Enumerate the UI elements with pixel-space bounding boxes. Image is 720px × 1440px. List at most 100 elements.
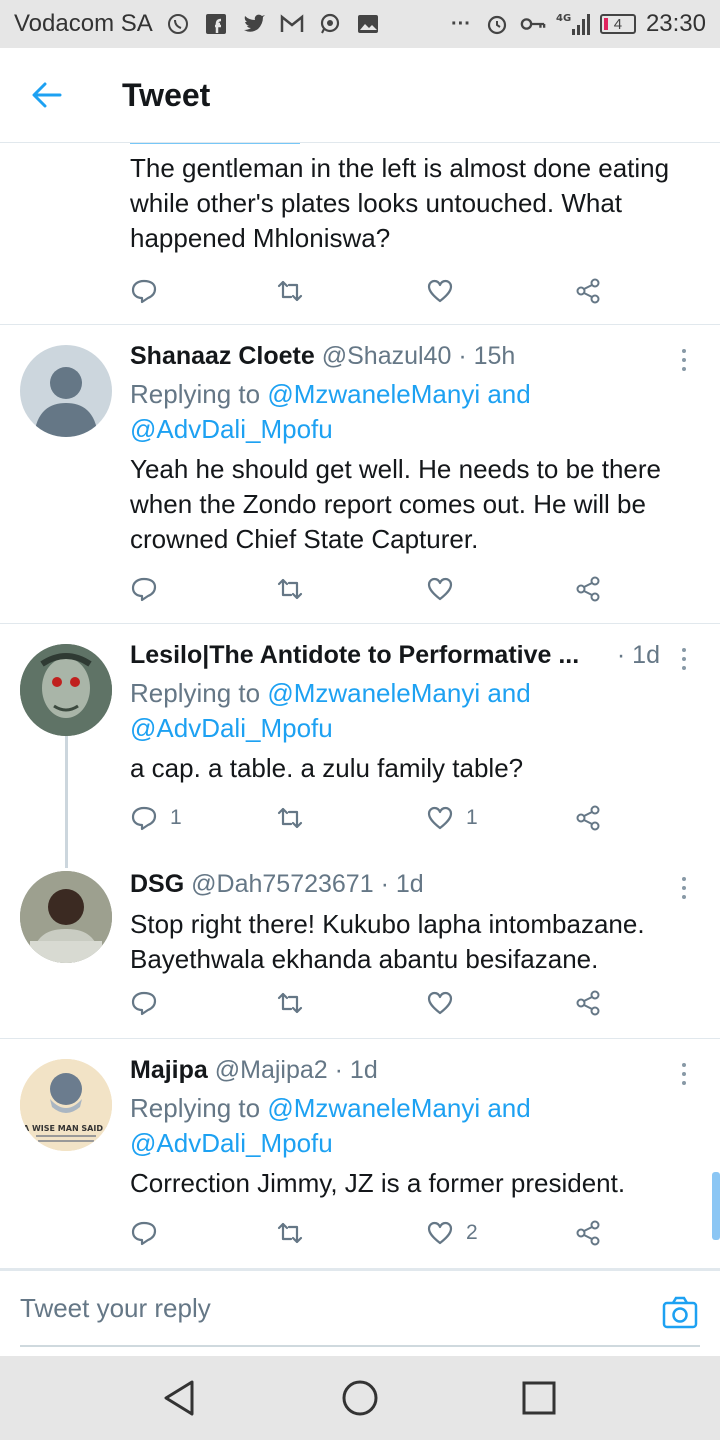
- like-count: 1: [466, 806, 478, 829]
- retweet-icon[interactable]: [276, 569, 304, 609]
- tweet-actions: [130, 983, 610, 1023]
- reply-count: 1: [170, 806, 182, 829]
- tweet-time: · 1d: [616, 641, 660, 669]
- reply-icon[interactable]: [130, 271, 158, 311]
- back-triangle-icon[interactable]: [160, 1378, 200, 1423]
- tweet-feed[interactable]: The gentleman in the left is almost done…: [0, 143, 720, 1268]
- like-count: 2: [466, 1221, 478, 1244]
- arrow-left-icon[interactable]: [28, 76, 66, 114]
- tweet-time: · 15h: [458, 342, 516, 370]
- more-options-icon[interactable]: [674, 644, 694, 674]
- tweet-text: a cap. a table. a zulu family table?: [130, 753, 524, 783]
- retweet-icon[interactable]: [276, 1213, 304, 1253]
- tweet-meta: DSG @Dah75723671 · 1d: [130, 870, 660, 899]
- mention-link[interactable]: @AdvDali_Mpofu: [130, 1128, 333, 1158]
- tweet-text: Correction Jimmy, JZ is a former preside…: [130, 1168, 626, 1198]
- tweet-meta: Lesilo|The Antidote to Performative ...: [130, 641, 640, 670]
- reply-composer: Tweet your reply: [0, 1268, 720, 1359]
- replying-to: Replying to @MzwaneleManyi and @AdvDali_…: [130, 678, 531, 743]
- tweet-meta: Shanaaz Cloete @Shazul40 · 15h: [130, 342, 660, 371]
- author-name[interactable]: Lesilo|The Antidote to Performative ...: [130, 641, 579, 669]
- like-icon[interactable]: [426, 271, 454, 311]
- home-circle-icon[interactable]: [340, 1378, 380, 1423]
- tweet-item[interactable]: DSG @Dah75723671 · 1d Stop right there! …: [0, 853, 720, 1039]
- tweet-text: The gentleman in the left is almost done…: [130, 153, 670, 253]
- tweet-text: Stop right there! Kukubo lapha intombaza…: [130, 909, 645, 974]
- tweet-item[interactable]: A WISE MAN SAID : Majipa @Majipa2 · 1d R…: [0, 1039, 720, 1268]
- twitter-icon: [241, 11, 267, 37]
- whatsapp-icon: [165, 11, 191, 37]
- replying-to: Replying to @MzwaneleManyi and @AdvDali_…: [130, 1093, 531, 1158]
- reply-icon[interactable]: [130, 983, 170, 1023]
- cut-off-reply-line: [130, 143, 330, 145]
- gmail-icon: [279, 11, 305, 37]
- tweet-meta: Majipa @Majipa2 · 1d: [130, 1056, 660, 1085]
- more-options-icon[interactable]: [674, 873, 694, 903]
- tweet-item[interactable]: Shanaaz Cloete @Shazul40 · 15h Replying …: [0, 325, 720, 623]
- author-handle[interactable]: @Dah75723671: [191, 870, 373, 898]
- recents-square-icon[interactable]: [521, 1380, 557, 1421]
- like-icon[interactable]: 1: [426, 798, 478, 838]
- tweet-time: · 1d: [334, 1056, 378, 1084]
- author-name[interactable]: Shanaaz Cloete: [130, 342, 315, 370]
- mention-link[interactable]: @MzwaneleManyi: [267, 1093, 480, 1123]
- gallery-icon: [355, 11, 381, 37]
- mention-link[interactable]: @MzwaneleManyi: [267, 678, 480, 708]
- avatar[interactable]: [20, 345, 112, 437]
- retweet-icon[interactable]: [276, 271, 304, 311]
- tweet-time: · 1d: [380, 870, 424, 898]
- replying-to: Replying to @MzwaneleManyi and @AdvDali_…: [130, 379, 531, 444]
- signal-icon: 4G: [556, 11, 590, 37]
- avatar-caption: A WISE MAN SAID :: [23, 1124, 109, 1133]
- battery-indicator: 4: [599, 14, 636, 34]
- tweet-actions: 1 1: [130, 798, 610, 838]
- svg-text:4G: 4G: [556, 13, 571, 24]
- more-options-icon[interactable]: [674, 1059, 694, 1089]
- top-app-bar: Tweet: [0, 48, 720, 143]
- reply-icon[interactable]: 1: [130, 798, 182, 838]
- tweet-partial[interactable]: The gentleman in the left is almost done…: [0, 143, 720, 325]
- author-name[interactable]: Majipa: [130, 1056, 208, 1084]
- mention-link[interactable]: @MzwaneleManyi: [267, 379, 480, 409]
- chat-icon: [317, 11, 343, 37]
- like-icon[interactable]: 2: [426, 1213, 478, 1253]
- tweet-actions: [130, 569, 610, 609]
- share-icon[interactable]: [574, 271, 602, 311]
- scrollbar-thumb[interactable]: [712, 1172, 720, 1240]
- tweet-actions: [130, 271, 610, 311]
- share-icon[interactable]: [574, 1213, 602, 1253]
- facebook-icon: [203, 11, 229, 37]
- status-bar: Vodacom SA ··· 4G 4 23:30: [0, 0, 720, 48]
- avatar[interactable]: A WISE MAN SAID :: [20, 1059, 112, 1151]
- retweet-icon[interactable]: [276, 798, 304, 838]
- tweet-item[interactable]: Lesilo|The Antidote to Performative ... …: [0, 624, 720, 852]
- system-nav-bar: [0, 1356, 720, 1440]
- camera-icon[interactable]: [662, 1295, 698, 1331]
- share-icon[interactable]: [574, 798, 602, 838]
- author-name[interactable]: DSG: [130, 870, 184, 898]
- share-icon[interactable]: [574, 983, 602, 1023]
- reply-icon[interactable]: [130, 1213, 170, 1253]
- like-icon[interactable]: [426, 569, 466, 609]
- more-options-icon[interactable]: [674, 345, 694, 375]
- key-icon: [520, 11, 546, 37]
- like-icon[interactable]: [426, 983, 466, 1023]
- reply-icon[interactable]: [130, 569, 170, 609]
- reply-input[interactable]: Tweet your reply: [20, 1293, 211, 1324]
- share-icon[interactable]: [574, 569, 602, 609]
- mention-link[interactable]: @AdvDali_Mpofu: [130, 414, 333, 444]
- carrier-label: Vodacom SA: [14, 10, 153, 37]
- alarm-icon: [484, 11, 510, 37]
- author-handle[interactable]: @Majipa2: [215, 1056, 328, 1084]
- avatar[interactable]: [20, 871, 112, 963]
- author-handle[interactable]: @Shazul40: [322, 342, 452, 370]
- input-underline: [20, 1345, 700, 1347]
- mention-link[interactable]: @AdvDali_Mpofu: [130, 713, 333, 743]
- clock: 23:30: [645, 10, 706, 37]
- more-dots-icon: ···: [450, 12, 471, 35]
- avatar[interactable]: [20, 644, 112, 736]
- thread-line: [65, 736, 68, 868]
- tweet-text: Yeah he should get well. He needs to be …: [130, 454, 661, 554]
- page-title: Tweet: [122, 76, 211, 113]
- retweet-icon[interactable]: [276, 983, 304, 1023]
